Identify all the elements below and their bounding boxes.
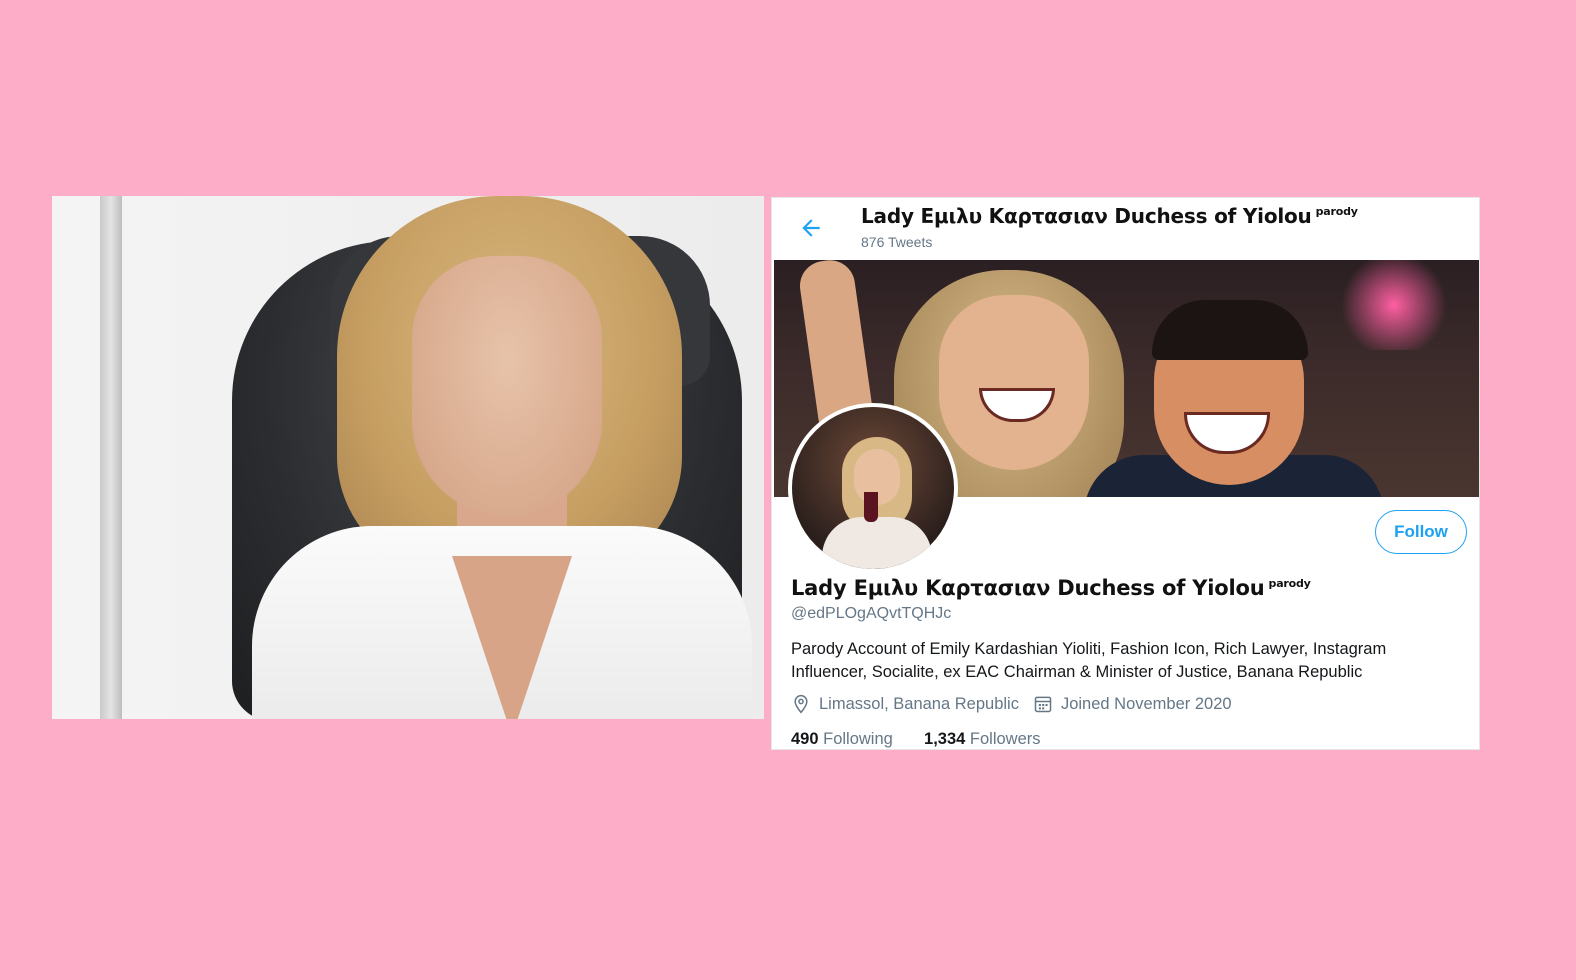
profile-bio: Parody Account of Emily Kardashian Yioli… xyxy=(791,640,1387,681)
profile-joined-date: Joined November 2020 xyxy=(1060,694,1232,713)
profile-meta: Limassol, Banana Republic Joined Novembe… xyxy=(791,694,1232,714)
twitter-profile-card: Lady Εμιλυ Καρτασιαν Duchess of Yiolou pa… xyxy=(771,197,1480,750)
following-label: Following xyxy=(823,730,893,748)
woman-face xyxy=(412,256,602,516)
header-display-name: Lady Εμιλυ Καρτασιαν Duchess of Yiolou pa… xyxy=(861,204,1358,228)
profile-name-text: Lady Εμιλυ Καρτασιαν Duchess of Yiolou xyxy=(791,576,1265,600)
followers-count: 1,334 xyxy=(924,730,966,748)
followers-link[interactable]: 1,334 Followers xyxy=(924,730,1041,748)
avatar-wine-glass xyxy=(864,492,878,522)
profile-handle: @edPLOgAQvtTQHJc xyxy=(791,605,952,622)
following-link[interactable]: 490 Following xyxy=(791,730,893,748)
header-parody-tag: parody xyxy=(1315,205,1358,219)
profile-header-bar: Lady Εμιλυ Καρτασιαν Duchess of Yiolou pa… xyxy=(772,198,1479,260)
avatar[interactable] xyxy=(788,403,958,573)
profile-location: Limassol, Banana Republic xyxy=(819,694,1019,713)
follow-button[interactable]: Follow xyxy=(1375,510,1467,554)
following-count: 490 xyxy=(791,730,819,748)
jacket-neckline xyxy=(452,556,572,719)
background-pillar xyxy=(100,196,122,719)
profile-display-name: Lady Εμιλυ Καρτασιαν Duchess of Yiolou pa… xyxy=(791,576,1311,600)
avatar-body xyxy=(822,517,932,569)
profile-parody-tag: parody xyxy=(1268,577,1311,590)
tweet-count: 876 Tweets xyxy=(861,234,933,250)
banner-man-hair xyxy=(1152,300,1308,360)
follow-stats: 490 Following 1,334 Followers xyxy=(791,730,1041,749)
banner-woman-face xyxy=(939,295,1089,470)
header-name-text: Lady Εμιλυ Καρτασιαν Duchess of Yiolou xyxy=(861,204,1312,228)
followers-label: Followers xyxy=(969,730,1041,748)
arrow-left-icon[interactable] xyxy=(798,215,824,241)
portrait-photo xyxy=(52,196,764,719)
calendar-icon xyxy=(1033,694,1053,714)
stage-light xyxy=(1334,260,1454,350)
map-pin-icon xyxy=(791,694,811,714)
